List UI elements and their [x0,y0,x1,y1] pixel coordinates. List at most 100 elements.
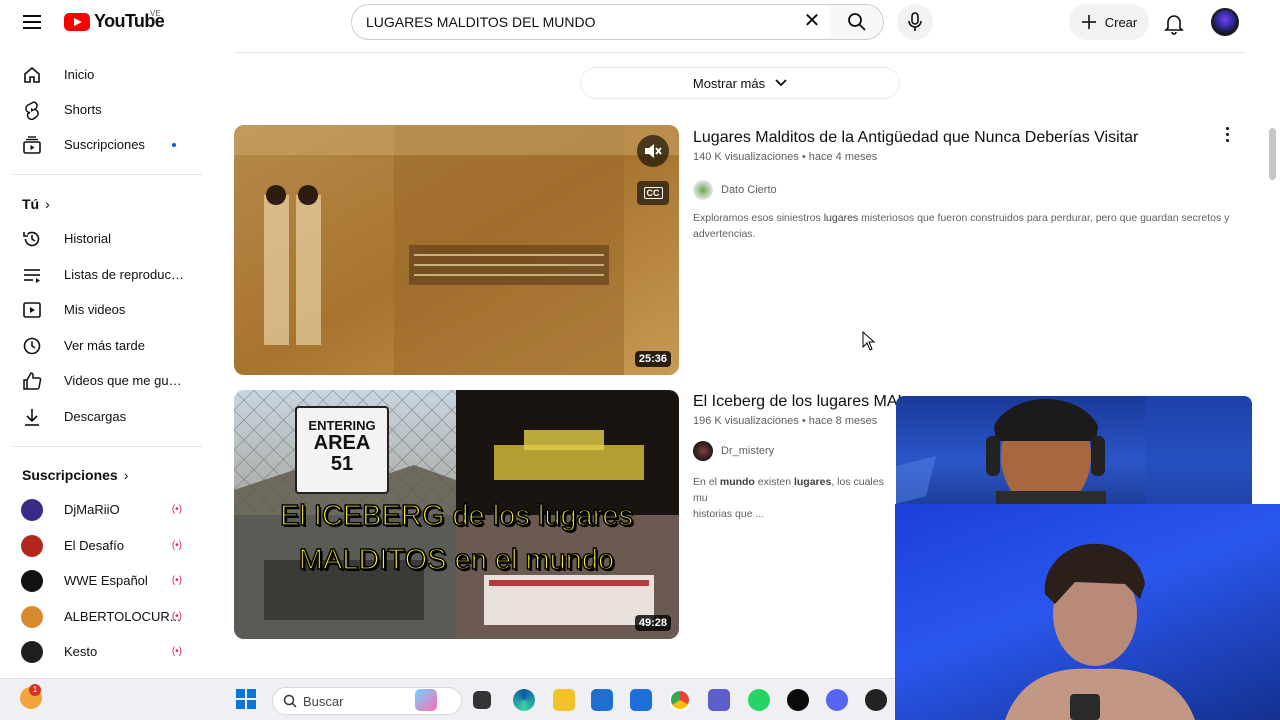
teams-icon[interactable] [708,689,730,711]
caption-line: MALDITOS en el mundo [298,543,615,577]
voice-search-button[interactable] [897,4,933,40]
webcam-image [896,396,1252,504]
desc-text: existen [754,476,794,488]
webcam-image [1005,543,1195,720]
sidebar-sub-el-desafio[interactable]: El Desafío (•) [12,528,202,563]
more-options-icon[interactable] [1217,124,1237,144]
sign-line: 51 [330,453,354,475]
captions-button[interactable]: CC [637,181,669,205]
search-button[interactable] [830,4,884,40]
create-button[interactable]: Crear [1069,4,1149,40]
sidebar-item-ver-mas-tarde[interactable]: Ver más tarde [12,328,202,363]
sidebar-sub-albertolocura[interactable]: ALBERTOLOCUR... (•) [12,599,202,634]
channel-avatar [21,605,43,628]
thumbnail-image [234,125,679,375]
store-icon[interactable] [591,689,613,711]
sidebar-item-label: Descargas [64,409,127,424]
view-count: 140 K visualizaciones [693,151,799,163]
show-more-button[interactable]: Mostrar más [580,67,900,99]
show-more-label: Mostrar más [692,75,766,91]
sidebar-item-label: ALBERTOLOCUR... [64,609,181,624]
watch-later-icon [20,334,44,358]
sidebar-item-label: Mis videos [64,302,126,317]
whatsapp-icon[interactable] [748,689,770,711]
sidebar-you-heading[interactable]: Tú › [22,196,50,212]
live-icon: (•) [171,540,182,551]
notifications-bell-icon[interactable] [1161,10,1187,36]
app-tray-icon[interactable] [865,689,887,711]
copilot-icon[interactable] [415,689,437,711]
desc-text: Exploramos esos siniestros [693,212,824,224]
sidebar-item-listas[interactable]: Listas de reproducc... [12,257,202,292]
sidebar-subscriptions-heading[interactable]: Suscripciones › [22,467,128,483]
windows-start-icon[interactable] [236,689,256,709]
channel-link[interactable]: Dato Cierto [693,180,777,200]
shorts-icon [20,98,44,122]
search-input[interactable]: LUGARES MALDITOS DEL MUNDO [351,4,831,40]
desc-text: historias que ... [693,508,765,520]
file-explorer-icon[interactable] [553,689,575,711]
channel-avatar [21,569,43,592]
channel-avatar [693,441,713,461]
live-icon: (•) [171,575,182,586]
video-description: En el mundo existen lugares, los cuales … [693,474,893,522]
sidebar-item-label: Historial [64,231,111,246]
thumbnail-sign: ENTERING AREA 51 [296,418,388,475]
desc-highlight: lugares [793,476,832,488]
webcam-overlay-top [896,396,1252,504]
sidebar-item-label: Shorts [64,102,102,117]
sidebar-sub-kesto[interactable]: Kesto (•) [12,634,202,669]
video-thumbnail[interactable]: CC 25:36 [234,125,679,375]
search-icon [283,694,297,708]
you-heading-label: Tú [22,196,40,212]
chrome-browser-icon[interactable] [669,689,691,711]
clear-search-icon[interactable]: ✕ [800,10,824,34]
upload-age: hace 8 meses [808,415,878,427]
view-count: 196 K visualizaciones [693,415,799,427]
edge-browser-icon[interactable] [513,689,535,711]
video-meta: 196 K visualizaciones • hace 8 meses [693,415,878,427]
sidebar-sub-wwe[interactable]: WWE Español (•) [12,563,202,598]
sidebar-item-suscripciones[interactable]: Suscripciones [12,127,202,162]
sidebar-item-mis-videos[interactable]: Mis videos [12,292,202,327]
video-title[interactable]: El Iceberg de los lugares MAL [693,393,906,411]
webcam-overlay-bottom [895,504,1280,720]
windows-taskbar: 1 Buscar [0,678,895,720]
sidebar-item-historial[interactable]: Historial [12,221,202,256]
channel-avatar [693,180,713,200]
discord-icon[interactable] [826,689,848,711]
desc-text: En el [693,476,720,488]
history-icon [20,227,44,251]
channel-link[interactable]: Dr_mistery [693,441,774,461]
thumbnail-caption: El ICEBERG de los lugares MALDITOS en el… [234,494,679,582]
caption-line: El ICEBERG de los lugares [279,499,633,533]
logo-country-code: VE [150,9,161,18]
video-description: Exploramos esos siniestros lugares miste… [693,210,1241,242]
sidebar-divider [12,446,202,447]
desc-highlight: lugares [823,212,859,224]
sidebar-item-shorts[interactable]: Shorts [12,92,202,127]
scrollbar-thumb[interactable] [1269,128,1276,180]
sidebar-item-me-gusta[interactable]: Videos que me gus... [12,363,202,398]
new-content-dot [172,142,176,147]
account-avatar[interactable] [1211,8,1239,36]
video-meta: 140 K visualizaciones • hace 4 meses [693,151,878,163]
my-videos-icon [20,298,44,322]
channel-avatar [21,498,43,521]
video-thumbnail[interactable]: ENTERING AREA 51 El ICEBERG de los lugar… [234,390,679,639]
search-query: LUGARES MALDITOS DEL MUNDO [366,14,596,30]
sidebar-sub-djmariio[interactable]: DjMaRiiO (•) [12,492,202,527]
menu-icon[interactable] [18,10,46,34]
sidebar-item-label: Listas de reproducc... [64,267,184,282]
sidebar-item-inicio[interactable]: Inicio [12,57,202,92]
channel-avatar [21,534,43,557]
sidebar-item-descargas[interactable]: Descargas [12,399,202,434]
sign-line: ENTERING [308,418,376,433]
volume-muted-icon [645,144,662,158]
sidebar-item-label: Suscripciones [64,137,145,152]
mute-button[interactable] [637,135,669,167]
mail-icon[interactable] [630,689,652,711]
video-title[interactable]: Lugares Malditos de la Antigüedad que Nu… [693,129,1138,147]
task-view-icon[interactable] [473,691,491,709]
app-u-icon[interactable] [787,689,809,711]
